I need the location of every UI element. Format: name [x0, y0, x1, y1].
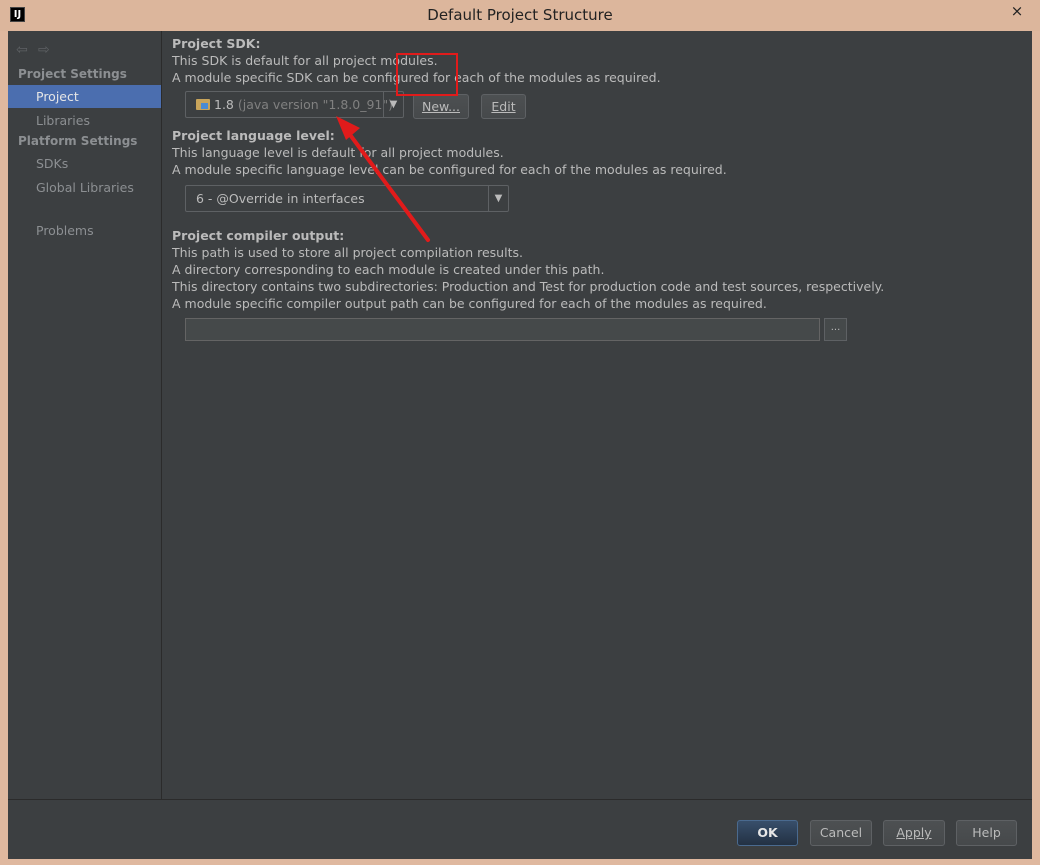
project-settings-header: Project Settings [18, 67, 127, 81]
compiler-output-heading: Project compiler output: [172, 228, 345, 243]
compiler-description-3: This directory contains two subdirectori… [172, 279, 885, 294]
sdk-selected: 1.8 (java version "1.8.0_91") [196, 97, 393, 112]
project-structure-window: IJ Default Project Structure × ⇦ ⇨ Projec… [0, 0, 1040, 865]
arrow-right-icon[interactable]: ⇨ [38, 42, 52, 58]
dialog-button-bar: OK Cancel Apply Help [8, 799, 1032, 859]
sidebar-item-problems[interactable]: Problems [8, 219, 161, 242]
language-level-selected: 6 - @Override in interfaces [196, 191, 365, 206]
apply-button-label: Apply [896, 825, 932, 840]
edit-sdk-button-label: Edit [491, 99, 516, 114]
sidebar-item-libraries[interactable]: Libraries [8, 109, 161, 132]
compiler-description-1: This path is used to store all project c… [172, 245, 523, 260]
project-settings-panel: Project SDK: This SDK is default for all… [172, 31, 1032, 799]
sdk-heading: Project SDK: [172, 36, 261, 51]
close-icon[interactable]: × [1000, 1, 1034, 21]
window-title: Default Project Structure [427, 6, 613, 24]
help-button[interactable]: Help [956, 820, 1017, 846]
compiler-description-2: A directory corresponding to each module… [172, 262, 605, 277]
language-description-1: This language level is default for all p… [172, 145, 504, 160]
title-bar[interactable]: IJ Default Project Structure × [0, 0, 1040, 31]
nav-arrows: ⇦ ⇨ [16, 39, 60, 58]
sidebar-item-project[interactable]: Project [8, 85, 161, 108]
browse-button[interactable]: ... [824, 318, 847, 341]
ok-button[interactable]: OK [737, 820, 798, 846]
sidebar-item-global-libraries[interactable]: Global Libraries [8, 176, 161, 199]
compiler-description-4: A module specific compiler output path c… [172, 296, 767, 311]
jdk-folder-icon [196, 99, 210, 110]
compiler-output-path-field[interactable] [185, 318, 820, 341]
language-description-2: A module specific language level can be … [172, 162, 727, 177]
sdk-version-hint: (java version "1.8.0_91") [237, 97, 394, 112]
apply-button[interactable]: Apply [883, 820, 945, 846]
annotation-highlight-box [396, 53, 458, 96]
language-level-dropdown[interactable]: 6 - @Override in interfaces ▼ [185, 185, 509, 212]
sdk-version: 1.8 [214, 97, 234, 112]
sidebar-item-sdks[interactable]: SDKs [8, 152, 161, 175]
new-sdk-button-label: New... [421, 99, 461, 114]
sdk-dropdown[interactable]: 1.8 (java version "1.8.0_91") ▼ [185, 91, 404, 118]
sidebar: ⇦ ⇨ Project Settings Project Libraries Pl… [8, 31, 162, 799]
language-level-heading: Project language level: [172, 128, 335, 143]
cancel-button[interactable]: Cancel [810, 820, 872, 846]
edit-sdk-button[interactable]: Edit [481, 94, 526, 119]
chevron-down-icon[interactable]: ▼ [488, 186, 508, 211]
new-sdk-button[interactable]: New... [413, 94, 469, 119]
platform-settings-header: Platform Settings [18, 134, 138, 148]
dialog-client-area: ⇦ ⇨ Project Settings Project Libraries Pl… [8, 31, 1032, 859]
arrow-left-icon[interactable]: ⇦ [16, 42, 30, 58]
